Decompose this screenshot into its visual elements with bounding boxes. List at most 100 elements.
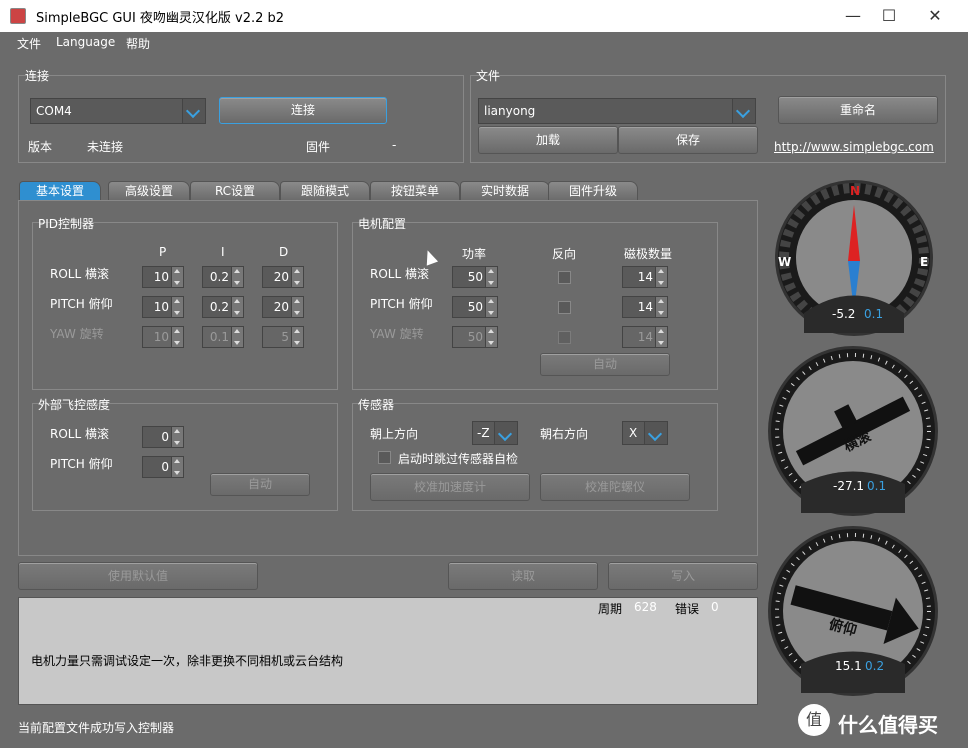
tab-realtime[interactable]: 实时数据 (460, 181, 550, 201)
tab-rc[interactable]: RC设置 (190, 181, 280, 201)
calibrate-gyro-button[interactable]: 校准陀螺仪 (540, 473, 690, 501)
pid-pitch-d[interactable]: 20 (262, 296, 304, 318)
chevron-down-icon (732, 99, 755, 123)
pid-roll-i[interactable]: 0.2 (202, 266, 244, 288)
watermark-logo-icon: 值 (798, 704, 830, 736)
sensor-top-select[interactable]: -Z (472, 421, 518, 445)
read-button[interactable]: 读取 (448, 562, 598, 590)
cycle-value: 628 (634, 600, 657, 614)
calibrate-acc-button[interactable]: 校准加速度计 (370, 473, 530, 501)
write-button[interactable]: 写入 (608, 562, 758, 590)
menu-bar: 文件 Language 帮助 (0, 32, 968, 54)
sensor-title: 传感器 (358, 398, 395, 412)
file-title: 文件 (476, 69, 501, 83)
pid-header-i: I (221, 245, 225, 259)
motor-header-power: 功率 (462, 247, 487, 261)
compass-e: E (920, 255, 929, 269)
sensor-right-label: 朝右方向 (540, 427, 589, 441)
motor-roll-label: ROLL 横滚 (370, 267, 429, 281)
firmware-label: 固件 (306, 140, 331, 154)
ext-roll-label: ROLL 横滚 (50, 427, 109, 441)
log-message: 电机力量只需调试设定一次，除非更换不同相机或云台结构 (31, 654, 344, 668)
tab-firmware[interactable]: 固件升级 (548, 181, 638, 201)
motor-pitch-label: PITCH 俯仰 (370, 297, 433, 311)
pid-yaw-label: YAW 旋转 (50, 327, 104, 341)
roll-gauge: 横滚 -27.1 0.1 (768, 346, 938, 516)
close-button[interactable]: ✕ (912, 0, 958, 32)
sensor-top-label: 朝上方向 (370, 427, 419, 441)
ext-pitch-input[interactable]: 0 (142, 456, 184, 478)
pid-header-d: D (279, 245, 289, 259)
motor-header-invert: 反向 (552, 247, 577, 261)
port-value: COM4 (36, 104, 72, 118)
pid-pitch-i[interactable]: 0.2 (202, 296, 244, 318)
motor-yaw-invert[interactable] (558, 331, 571, 344)
pid-yaw-p[interactable]: 10 (142, 326, 184, 348)
cycle-label: 周期 (598, 602, 623, 616)
pid-roll-p[interactable]: 10 (142, 266, 184, 288)
window-title: SimpleBGC GUI 夜吻幽灵汉化版 v2.2 b2 (36, 11, 285, 26)
pitch-gauge: 俯仰 15.1 0.2 (768, 526, 938, 696)
rename-button[interactable]: 重命名 (778, 96, 938, 124)
defaults-button[interactable]: 使用默认值 (18, 562, 258, 590)
save-button[interactable]: 保存 (618, 126, 758, 154)
tab-advanced[interactable]: 高级设置 (108, 181, 190, 201)
tab-follow[interactable]: 跟随模式 (280, 181, 370, 201)
compass-n: N (850, 184, 861, 198)
chevron-down-icon (494, 422, 517, 444)
motor-pitch-power[interactable]: 50 (452, 296, 498, 318)
ext-roll-input[interactable]: 0 (142, 426, 184, 448)
sensor-right-select[interactable]: X (622, 421, 668, 445)
skip-selftest-label: 启动时跳过传感器自检 (398, 452, 519, 466)
app-window: SimpleBGC GUI 夜吻幽灵汉化版 v2.2 b2 — ☐ ✕ 文件 L… (0, 0, 968, 748)
connect-button[interactable]: 连接 (219, 97, 387, 124)
compass-sub: 0.1 (864, 307, 884, 321)
watermark-text: 什么值得买 (838, 713, 938, 737)
motor-yaw-power[interactable]: 50 (452, 326, 498, 348)
port-select[interactable]: COM4 (30, 98, 206, 124)
pid-header-p: P (159, 245, 167, 259)
motor-header-poles: 磁极数量 (624, 247, 673, 261)
skip-selftest-checkbox[interactable] (378, 451, 391, 464)
pid-yaw-i[interactable]: 0.1 (202, 326, 244, 348)
connection-title: 连接 (25, 69, 50, 83)
pid-roll-d[interactable]: 20 (262, 266, 304, 288)
motor-auto-button[interactable]: 自动 (540, 353, 670, 376)
maximize-button[interactable]: ☐ (866, 0, 912, 32)
pitch-sub: 0.2 (865, 659, 885, 673)
tab-basic[interactable]: 基本设置 (19, 181, 101, 201)
compass-value: -5.2 (832, 307, 856, 321)
version-label: 版本 (28, 140, 53, 154)
ext-title: 外部飞控感度 (38, 398, 111, 412)
motor-yaw-poles[interactable]: 14 (622, 326, 668, 348)
pid-pitch-label: PITCH 俯仰 (50, 297, 113, 311)
motor-yaw-label: YAW 旋转 (370, 327, 424, 341)
status-bar-text: 当前配置文件成功写入控制器 (18, 721, 175, 735)
website-link[interactable]: http://www.simplebgc.com (774, 140, 934, 154)
motor-roll-invert[interactable] (558, 271, 571, 284)
ext-pitch-label: PITCH 俯仰 (50, 457, 113, 471)
roll-value: -27.1 (833, 479, 865, 493)
compass-gauge: N W E -5.2 0.1 (775, 180, 933, 336)
menu-language[interactable]: Language (56, 35, 115, 49)
load-button[interactable]: 加载 (478, 126, 618, 154)
motor-pitch-invert[interactable] (558, 301, 571, 314)
profile-select[interactable]: lianyong (478, 98, 756, 124)
pitch-value: 15.1 (835, 659, 862, 673)
motor-roll-poles[interactable]: 14 (622, 266, 668, 288)
motor-pitch-poles[interactable]: 14 (622, 296, 668, 318)
version-value: 未连接 (87, 140, 124, 154)
motor-roll-power[interactable]: 50 (452, 266, 498, 288)
tab-menu[interactable]: 按钮菜单 (370, 181, 460, 201)
log-panel: 周期 628 错误 0 电机力量只需调试设定一次，除非更换不同相机或云台结构 (18, 597, 758, 705)
pid-pitch-p[interactable]: 10 (142, 296, 184, 318)
menu-file[interactable]: 文件 (17, 35, 41, 52)
chevron-down-icon (644, 422, 667, 444)
title-bar: SimpleBGC GUI 夜吻幽灵汉化版 v2.2 b2 — ☐ ✕ (0, 0, 968, 32)
pid-yaw-d[interactable]: 5 (262, 326, 304, 348)
motor-title: 电机配置 (358, 217, 407, 231)
pid-title: PID控制器 (38, 217, 95, 231)
menu-help[interactable]: 帮助 (126, 35, 150, 52)
roll-sub: 0.1 (867, 479, 887, 493)
ext-auto-button[interactable]: 自动 (210, 473, 310, 496)
